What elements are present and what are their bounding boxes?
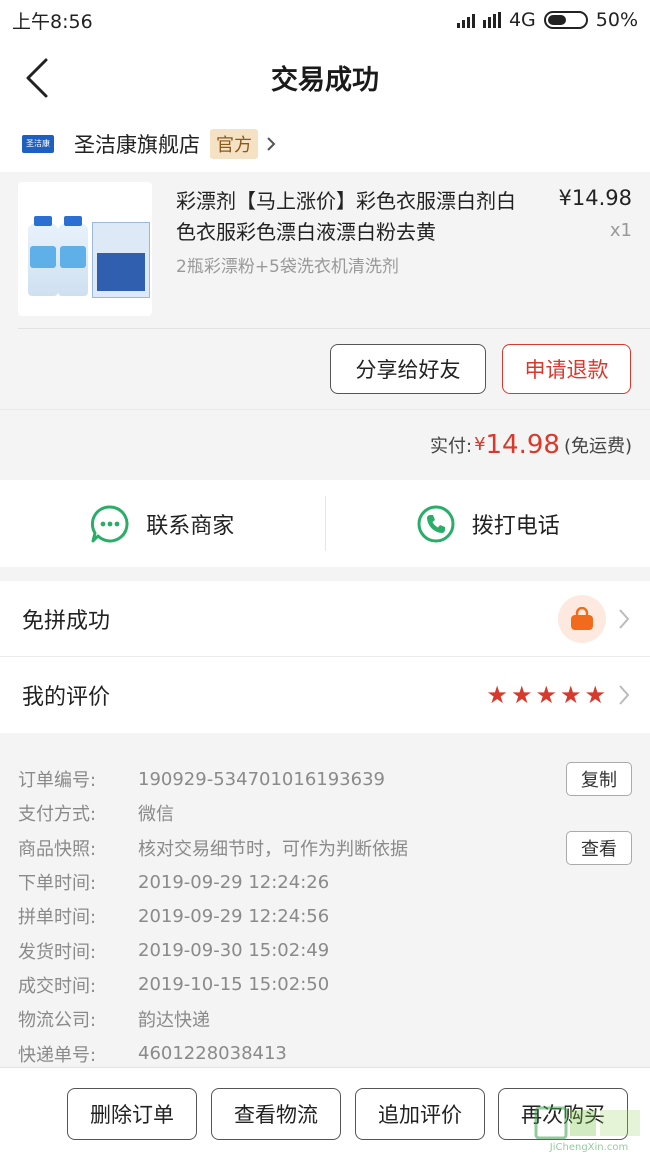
info-key: 商品快照:	[18, 838, 97, 860]
product-name: 彩漂剂【马上涨价】彩色衣服漂白剂白色衣服彩色漂白液漂白粉去黄	[176, 189, 516, 244]
order-time: 2019-09-29 12:24:26	[138, 871, 330, 893]
star-icon: ★	[535, 681, 557, 709]
deal-time: 2019-10-15 15:02:50	[138, 974, 330, 996]
svg-text:JiChengXin.com: JiChengXin.com	[549, 1142, 628, 1153]
phone-icon	[417, 505, 455, 542]
call-phone-button[interactable]: 拨打电话	[326, 480, 650, 567]
shop-name: 圣洁康旗舰店	[74, 133, 200, 157]
info-key: 下单时间:	[18, 873, 97, 895]
network-type: 4G	[508, 9, 536, 31]
payment-summary: 实付: ¥ 14.98 (免运费)	[0, 409, 650, 479]
delete-order-button[interactable]: 删除订单	[67, 1088, 197, 1140]
star-icon: ★	[510, 681, 533, 709]
product-image[interactable]	[18, 182, 152, 316]
product-price: ¥14.98	[558, 186, 632, 210]
product-quantity: x1	[609, 220, 632, 241]
signal-icon	[482, 12, 501, 28]
shop-logo: 圣洁康	[22, 135, 54, 153]
watermark-logo: JiChengXin.com	[534, 1106, 640, 1153]
logistics-company-row: 物流公司: 韵达快递	[0, 1002, 650, 1036]
contact-merchant-label: 联系商家	[146, 513, 235, 539]
battery-percent: 50%	[595, 9, 638, 31]
info-key: 成交时间:	[18, 975, 97, 997]
payment-method: 微信	[138, 804, 174, 826]
copy-button[interactable]: 复制	[566, 762, 632, 797]
shopping-bag-icon	[558, 594, 606, 643]
group-time: 2019-09-29 12:24:56	[138, 905, 330, 927]
header: 交易成功	[0, 40, 650, 116]
divider	[18, 328, 650, 329]
order-number-row: 订单编号: 190929-534701016193639 复制	[0, 762, 650, 797]
info-key: 拼单时间:	[18, 907, 97, 929]
star-icon: ★	[486, 681, 508, 709]
status-bar: 上午8:56 4G 50%	[0, 0, 650, 40]
order-time-row: 下单时间: 2019-09-29 12:24:26	[0, 865, 650, 899]
product-spec: 2瓶彩漂粉+5袋洗衣机清洗剂	[176, 257, 399, 277]
contact-row: 联系商家 拨打电话	[0, 480, 650, 567]
share-button[interactable]: 分享给好友	[330, 344, 486, 394]
hd-signal-icon	[456, 12, 475, 28]
order-number: 190929-534701016193639	[138, 768, 385, 790]
page-title: 交易成功	[271, 65, 379, 96]
chevron-right-icon	[619, 685, 630, 705]
star-icon: ★	[559, 681, 582, 709]
my-review-row[interactable]: 我的评价 ★ ★ ★ ★ ★	[0, 657, 650, 733]
snapshot-row: 商品快照: 核对交易细节时，可作为判断依据 查看	[0, 830, 650, 865]
snapshot-text: 核对交易细节时，可作为判断依据	[138, 838, 408, 860]
status-list: 免拼成功 我的评价 ★ ★ ★ ★ ★	[0, 581, 650, 733]
official-badge: 官方	[210, 129, 258, 159]
paid-note: (免运费)	[563, 435, 632, 457]
paid-amount: 14.98	[485, 429, 560, 460]
paid-currency: ¥	[474, 434, 486, 455]
deal-time-row: 成交时间: 2019-10-15 15:02:50	[0, 968, 650, 1002]
tracking-number-row: 快递单号: 4601228038413	[0, 1036, 650, 1070]
rating-stars: ★ ★ ★ ★ ★	[486, 681, 606, 709]
contact-merchant-button[interactable]: 联系商家	[0, 480, 325, 567]
product-card[interactable]: 彩漂剂【马上涨价】彩色衣服漂白剂白色衣服彩色漂白液漂白粉去黄 2瓶彩漂粉+5袋洗…	[0, 172, 650, 409]
group-success-label: 免拼成功	[22, 608, 111, 634]
ship-time-row: 发货时间: 2019-09-30 15:02:49	[0, 933, 650, 967]
info-key: 快递单号:	[18, 1044, 97, 1066]
info-key: 发货时间:	[18, 941, 97, 963]
order-info: 订单编号: 190929-534701016193639 复制 支付方式: 微信…	[0, 745, 650, 1067]
ship-time: 2019-09-30 15:02:49	[138, 940, 330, 962]
star-icon: ★	[584, 681, 606, 709]
group-time-row: 拼单时间: 2019-09-29 12:24:56	[0, 899, 650, 933]
shop-row[interactable]: 圣洁康 圣洁康旗舰店 官方	[0, 116, 650, 172]
status-time: 上午8:56	[12, 10, 93, 33]
battery-icon	[543, 11, 588, 29]
chevron-right-icon	[619, 608, 630, 629]
chevron-right-icon	[267, 137, 276, 151]
group-success-row[interactable]: 免拼成功	[0, 581, 650, 657]
logistics-company: 韵达快递	[138, 1010, 210, 1032]
view-logistics-button[interactable]: 查看物流	[211, 1088, 341, 1140]
tracking-number[interactable]: 4601228038413	[138, 1043, 287, 1064]
add-review-button[interactable]: 追加评价	[355, 1088, 485, 1140]
refund-button[interactable]: 申请退款	[502, 344, 631, 394]
chat-icon	[91, 504, 129, 542]
info-key: 订单编号:	[18, 770, 97, 792]
status-icons: 4G 50%	[456, 9, 638, 31]
view-snapshot-button[interactable]: 查看	[566, 830, 632, 865]
call-phone-label: 拨打电话	[471, 513, 560, 539]
paid-label: 实付:	[429, 435, 473, 457]
payment-method-row: 支付方式: 微信	[0, 796, 650, 830]
my-review-label: 我的评价	[22, 685, 111, 710]
info-key: 支付方式:	[18, 804, 97, 826]
info-key: 物流公司:	[18, 1010, 97, 1032]
